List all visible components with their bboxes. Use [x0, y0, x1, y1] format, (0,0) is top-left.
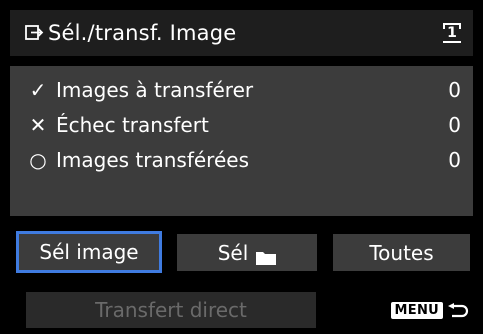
- select-all-label: Toutes: [369, 240, 434, 265]
- status-label: Images à transférer: [56, 78, 254, 102]
- status-row-transferred: ○ Images transférées 0: [10, 144, 473, 176]
- status-label: Échec transfert: [56, 113, 209, 137]
- tab-number-icon: 1: [443, 23, 461, 43]
- check-icon: ✓: [29, 78, 47, 102]
- status-row-failed: ✕ Échec transfert 0: [10, 109, 473, 141]
- status-count: 0: [448, 148, 461, 172]
- status-label: Images transférées: [56, 148, 249, 172]
- sel-image-label: Sél image: [39, 240, 139, 264]
- sel-folder-button[interactable]: Sél: [177, 234, 317, 271]
- menu-back-hint[interactable]: MENU: [390, 302, 469, 319]
- sel-folder-label: Sél: [217, 240, 249, 265]
- direct-transfer-label: Transfert direct: [95, 298, 247, 322]
- title-bar: Sél./transf. Image 1: [10, 10, 473, 56]
- transfer-icon: [24, 23, 44, 43]
- transfer-status-panel: ✓ Images à transférer 0 ✕ Échec transfer…: [10, 66, 473, 216]
- status-row-to-transfer: ✓ Images à transférer 0: [10, 74, 473, 106]
- sel-image-button[interactable]: Sél image: [16, 231, 162, 273]
- status-count: 0: [448, 78, 461, 102]
- folder-icon: [256, 246, 277, 265]
- back-arrow-icon: [447, 302, 469, 319]
- camera-menu-screen: Sél./transf. Image 1 ✓ Images à transfér…: [0, 0, 483, 334]
- direct-transfer-button[interactable]: Transfert direct: [26, 292, 316, 328]
- circle-icon: ○: [29, 148, 47, 172]
- page-title: Sél./transf. Image: [48, 21, 237, 45]
- menu-button-icon: MENU: [390, 302, 443, 319]
- select-all-button[interactable]: Toutes: [333, 234, 470, 271]
- cross-icon: ✕: [29, 113, 47, 137]
- status-count: 0: [448, 113, 461, 137]
